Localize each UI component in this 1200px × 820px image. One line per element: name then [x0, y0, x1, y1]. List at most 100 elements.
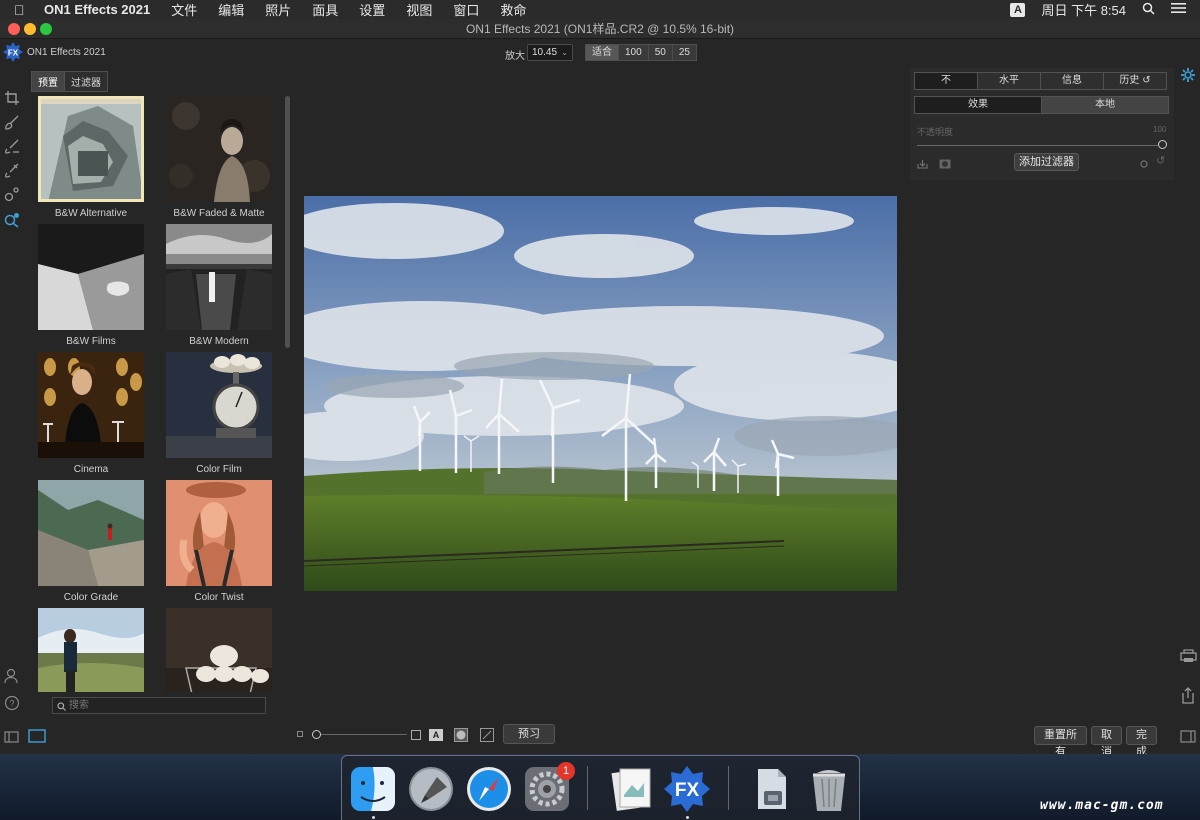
preset-name: Color Twist [194, 592, 244, 603]
window-close-button[interactable] [8, 23, 20, 35]
running-indicator [686, 816, 689, 819]
menu-settings[interactable]: 设置 [359, 0, 385, 19]
compare-icon[interactable] [480, 728, 494, 747]
preset-browser: 预置 过滤器 B&W Alternative B&W Faded & Matte [28, 68, 292, 728]
right-panel: 不 水平 信息 历史 ↺ 效果 本地 不透明度 100 添加过滤器 ↺ [910, 68, 1174, 180]
cancel-button[interactable]: 取消 [1091, 726, 1122, 758]
thumbnail-size-handle[interactable] [312, 730, 321, 739]
menu-help[interactable]: 救命 [500, 0, 526, 19]
preset-thumbnail [38, 96, 144, 202]
thumbnail-size-slider[interactable] [321, 734, 407, 735]
tab-presets[interactable]: 预置 [31, 71, 65, 92]
preset-partial-1[interactable] [38, 608, 144, 692]
file-archive-icon[interactable] [748, 765, 796, 813]
reset-icon[interactable]: ↺ [1156, 154, 1165, 167]
apple-icon[interactable]:  [14, 2, 30, 18]
crop-tool-icon[interactable] [4, 90, 20, 106]
zoom-value: 10.45 [532, 47, 558, 58]
refine-brush-icon[interactable] [4, 162, 20, 178]
opacity-slider-track[interactable] [917, 145, 1159, 146]
menu-view[interactable]: 视图 [406, 0, 432, 19]
preset-thumbnail [38, 480, 144, 586]
image-canvas[interactable] [304, 196, 897, 591]
system-preferences-icon[interactable]: 1 [523, 762, 575, 813]
finder-icon[interactable] [349, 765, 397, 813]
brush-tool-icon[interactable] [4, 114, 20, 130]
zoom-select[interactable]: 10.45 ⌄ [527, 44, 573, 61]
masking-brush-icon[interactable] [4, 138, 20, 154]
zoom-25-button[interactable]: 25 [671, 44, 697, 61]
trash-icon[interactable] [805, 765, 853, 813]
menu-app-name[interactable]: ON1 Effects 2021 [44, 2, 150, 17]
tab-effects[interactable]: 效果 [914, 96, 1042, 114]
done-button[interactable]: 完成 [1126, 726, 1157, 758]
view-tool-icon[interactable] [4, 212, 20, 228]
preset-thumbnail [166, 96, 272, 202]
preset-name: B&W Films [66, 336, 116, 347]
preset-bw-films[interactable]: B&W Films [38, 224, 144, 347]
tab-levels[interactable]: 水平 [977, 72, 1041, 90]
spotlight-search-icon[interactable] [1142, 2, 1155, 18]
tab-filters[interactable]: 过滤器 [64, 71, 108, 92]
preset-color-twist[interactable]: Color Twist [166, 480, 272, 603]
preset-bw-alternative[interactable]: B&W Alternative [38, 96, 144, 219]
window-titlebar: ON1 Effects 2021 (ON1样品.CR2 @ 10.5% 16-b… [0, 19, 1200, 39]
svg-text:FX: FX [8, 49, 19, 58]
user-account-icon[interactable] [4, 668, 20, 684]
menu-photo[interactable]: 照片 [265, 0, 291, 19]
opacity-label: 不透明度 [917, 127, 954, 137]
preset-color-film[interactable]: Color Film [166, 352, 272, 475]
on1-effects-icon[interactable]: FX [663, 765, 711, 813]
effects-gear-icon[interactable] [1180, 67, 1196, 88]
add-filter-button[interactable]: 添加过滤器 [1014, 153, 1079, 171]
mask-icon[interactable] [939, 156, 951, 174]
save-preset-icon[interactable] [917, 156, 928, 174]
tab-no[interactable]: 不 [914, 72, 978, 90]
tab-info[interactable]: 信息 [1040, 72, 1104, 90]
opacity-slider-handle[interactable] [1158, 140, 1167, 149]
preset-bw-modern[interactable]: B&W Modern [166, 224, 272, 347]
dock-separator [728, 766, 729, 810]
launchpad-icon[interactable] [407, 765, 455, 813]
svg-text:FX: FX [675, 780, 700, 801]
print-icon[interactable] [1180, 649, 1197, 668]
reset-all-button[interactable]: 重置所有 [1034, 726, 1087, 758]
preset-bw-faded-matte[interactable]: B&W Faded & Matte [166, 96, 272, 219]
text-overlay-toggle[interactable]: A [429, 729, 443, 741]
preview-button[interactable]: 预习 [503, 724, 555, 744]
menu-file[interactable]: 文件 [171, 0, 197, 19]
preset-thumbnail [166, 224, 272, 330]
preset-thumbnail [166, 352, 272, 458]
window-title: ON1 Effects 2021 (ON1样品.CR2 @ 10.5% 16-b… [465, 22, 735, 36]
preset-name: B&W Alternative [54, 208, 128, 219]
opacity-value: 100 [1153, 125, 1167, 134]
input-method-icon[interactable]: A [1010, 2, 1026, 17]
menu-window[interactable]: 窗口 [453, 0, 479, 19]
window-zoom-button[interactable] [40, 23, 52, 35]
zoom-100-button[interactable]: 100 [618, 44, 649, 61]
preview-app-icon[interactable] [608, 765, 656, 813]
retouch-tool-icon[interactable] [4, 186, 20, 202]
preset-partial-2[interactable] [166, 608, 272, 692]
preset-thumbnail [38, 352, 144, 458]
large-square-icon [411, 730, 421, 740]
bottom-bar: A 预习 重置所有 取消 完成 [0, 702, 1200, 758]
preset-cinema[interactable]: Cinema [38, 352, 144, 475]
running-indicator [372, 816, 375, 819]
mask-overlay-icon[interactable] [454, 728, 468, 747]
safari-icon[interactable] [465, 765, 513, 813]
browser-scrollbar[interactable] [285, 96, 290, 348]
control-center-icon[interactable] [1171, 2, 1186, 17]
menubar-clock[interactable]: 周日 下午 8:54 [1041, 0, 1126, 19]
window-minimize-button[interactable] [24, 23, 36, 35]
history-label: 历史 [1119, 75, 1140, 86]
preset-color-grade[interactable]: Color Grade [38, 480, 144, 603]
menu-edit[interactable]: 编辑 [218, 0, 244, 19]
zoom-50-button[interactable]: 50 [647, 44, 673, 61]
tab-local[interactable]: 本地 [1041, 96, 1169, 114]
zoom-fit-button[interactable]: 适合 [585, 44, 619, 61]
tab-history[interactable]: 历史 ↺ [1103, 72, 1167, 90]
settings-gear-icon[interactable] [1139, 156, 1149, 174]
preset-name: B&W Faded & Matte [173, 208, 265, 219]
menu-mask[interactable]: 面具 [312, 0, 338, 19]
